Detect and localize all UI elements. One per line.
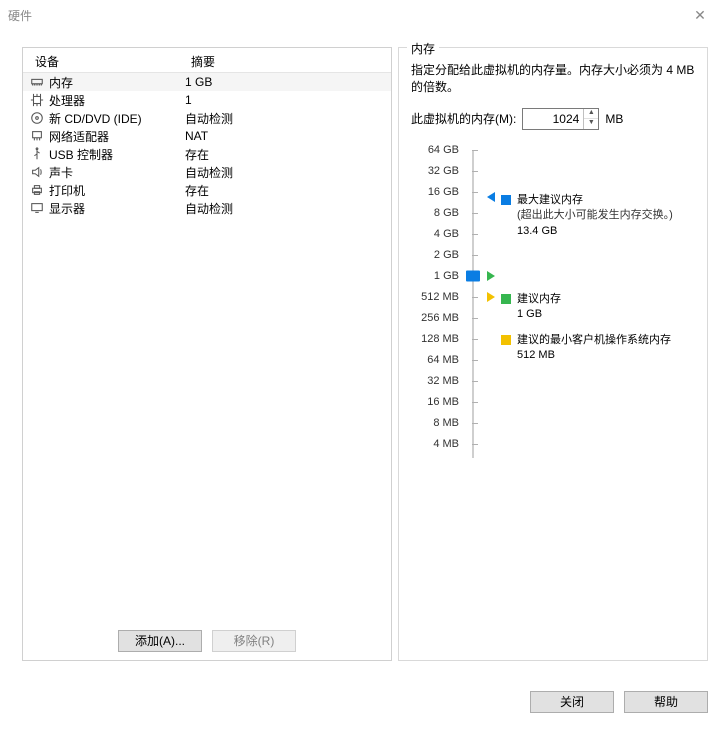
legend-note: (超出此大小可能发生内存交换。) [517, 208, 673, 223]
memory-tick-label: 32 MB [427, 375, 459, 387]
device-list-panel: 设备 摘要 内存1 GB处理器1新 CD/DVD (IDE)自动检测网络适配器N… [22, 47, 392, 661]
memory-description: 指定分配给此虚拟机的内存量。内存大小必须为 4 MB 的倍数。 [411, 62, 695, 96]
window-title: 硬件 [8, 7, 32, 24]
memory-legend: 最大建议内存(超出此大小可能发生内存交换。)13.4 GB 建议内存1 GB 建议的… [491, 144, 695, 464]
device-buttons: 添加(A)... 移除(R) [23, 622, 391, 660]
memory-scale: 64 GB 32 GB 16 GB 8 GB 4 GB 2 GB 1 GB 512 MB 256… [411, 144, 695, 464]
memory-tick-label: 64 GB [428, 144, 459, 156]
add-device-button[interactable]: 添加(A)... [118, 630, 202, 652]
memory-tick-label: 256 MB [421, 312, 459, 324]
device-summary: 1 [179, 93, 391, 107]
device-row[interactable]: 新 CD/DVD (IDE) 自动检测 [23, 109, 391, 127]
memory-icon [29, 74, 45, 90]
memory-tick-label: 4 GB [434, 228, 459, 240]
device-row[interactable]: USB 控制器 存在 [23, 145, 391, 163]
device-summary: 自动检测 [179, 110, 391, 127]
device-list: 内存1 GB处理器1新 CD/DVD (IDE)自动检测网络适配器NATUSB … [23, 73, 391, 622]
legend-value: 1 GB [517, 307, 561, 322]
device-name: 内存 [49, 74, 73, 91]
device-row[interactable]: 显示器 自动检测 [23, 199, 391, 217]
network-icon [29, 128, 45, 144]
memory-tick-label: 1 GB [434, 270, 459, 282]
column-header-device[interactable]: 设备 [23, 53, 185, 70]
device-name: USB 控制器 [49, 146, 113, 163]
device-summary: 自动检测 [179, 164, 391, 181]
remove-device-button: 移除(R) [212, 630, 296, 652]
device-row[interactable]: 声卡 自动检测 [23, 163, 391, 181]
memory-settings-panel: 内存 指定分配给此虚拟机的内存量。内存大小必须为 4 MB 的倍数。 此虚拟机的… [398, 47, 708, 661]
legend-color-icon [501, 294, 511, 304]
hardware-settings-window: 硬件 ✕ 设备 摘要 内存1 GB处理器1新 CD/DVD (IDE)自动检测网… [0, 0, 728, 733]
device-summary: 1 GB [179, 75, 391, 89]
device-row[interactable]: 处理器 1 [23, 91, 391, 109]
printer-icon [29, 182, 45, 198]
memory-tick-label: 128 MB [421, 333, 459, 345]
display-icon [29, 200, 45, 216]
cd-icon [29, 110, 45, 126]
memory-input-row: 此虚拟机的内存(M): ▲ ▼ MB [411, 108, 695, 130]
content-area: 设备 摘要 内存1 GB处理器1新 CD/DVD (IDE)自动检测网络适配器N… [22, 47, 708, 661]
memory-tick-label: 64 MB [427, 354, 459, 366]
device-row[interactable]: 打印机 存在 [23, 181, 391, 199]
legend-color-icon [501, 195, 511, 205]
column-header-summary[interactable]: 摘要 [185, 53, 391, 70]
memory-tick-label: 4 MB [433, 438, 459, 450]
memory-tick-label: 16 MB [427, 396, 459, 408]
legend-value: 13.4 GB [517, 224, 673, 239]
memory-tick-label: 8 GB [434, 207, 459, 219]
memory-slider-track[interactable] [465, 144, 487, 464]
spinner-down-icon[interactable]: ▼ [584, 119, 598, 128]
device-summary: 存在 [179, 146, 391, 163]
device-summary: 存在 [179, 182, 391, 199]
device-summary: 自动检测 [179, 200, 391, 217]
memory-tick-label: 2 GB [434, 249, 459, 261]
device-list-header: 设备 摘要 [23, 48, 391, 73]
memory-input-label: 此虚拟机的内存(M): [411, 110, 516, 127]
spinner-up-icon[interactable]: ▲ [584, 109, 598, 119]
memory-group-legend: 内存 [407, 40, 439, 57]
device-name: 声卡 [49, 164, 73, 181]
memory-spinner[interactable]: ▲ ▼ [522, 108, 599, 130]
close-button[interactable]: 关闭 [530, 691, 614, 713]
memory-tick-labels: 64 GB 32 GB 16 GB 8 GB 4 GB 2 GB 1 GB 512 MB 256… [411, 144, 461, 464]
legend-title: 最大建议内存 [517, 193, 673, 208]
memory-unit: MB [605, 112, 623, 126]
legend-color-icon [501, 335, 511, 345]
memory-groupbox: 内存 指定分配给此虚拟机的内存量。内存大小必须为 4 MB 的倍数。 此虚拟机的… [398, 47, 708, 661]
legend-value: 512 MB [517, 348, 671, 363]
device-name: 处理器 [49, 92, 85, 109]
device-row[interactable]: 内存 1 GB [23, 73, 391, 91]
cpu-icon [29, 92, 45, 108]
device-name: 打印机 [49, 182, 85, 199]
memory-value-input[interactable] [523, 109, 583, 129]
titlebar: 硬件 ✕ [0, 1, 728, 29]
memory-tick-label: 32 GB [428, 165, 459, 177]
memory-tick-label: 16 GB [428, 186, 459, 198]
memory-slider-thumb[interactable] [466, 270, 480, 281]
dialog-buttons: 关闭 帮助 [0, 691, 728, 713]
legend-title: 建议内存 [517, 292, 561, 307]
memory-tick-label: 512 MB [421, 291, 459, 303]
help-button[interactable]: 帮助 [624, 691, 708, 713]
memory-tick-label: 8 MB [433, 417, 459, 429]
device-row[interactable]: 网络适配器 NAT [23, 127, 391, 145]
device-name: 新 CD/DVD (IDE) [49, 110, 142, 127]
usb-icon [29, 146, 45, 162]
legend-max-memory: 最大建议内存(超出此大小可能发生内存交换。)13.4 GB [501, 193, 673, 239]
device-summary: NAT [179, 129, 391, 143]
device-name: 网络适配器 [49, 128, 109, 145]
legend-title: 建议的最小客户机操作系统内存 [517, 333, 671, 348]
device-name: 显示器 [49, 200, 85, 217]
legend-recommended-memory: 建议内存1 GB [501, 292, 561, 323]
sound-icon [29, 164, 45, 180]
close-icon[interactable]: ✕ [680, 7, 720, 24]
legend-min-os-memory: 建议的最小客户机操作系统内存512 MB [501, 333, 671, 364]
